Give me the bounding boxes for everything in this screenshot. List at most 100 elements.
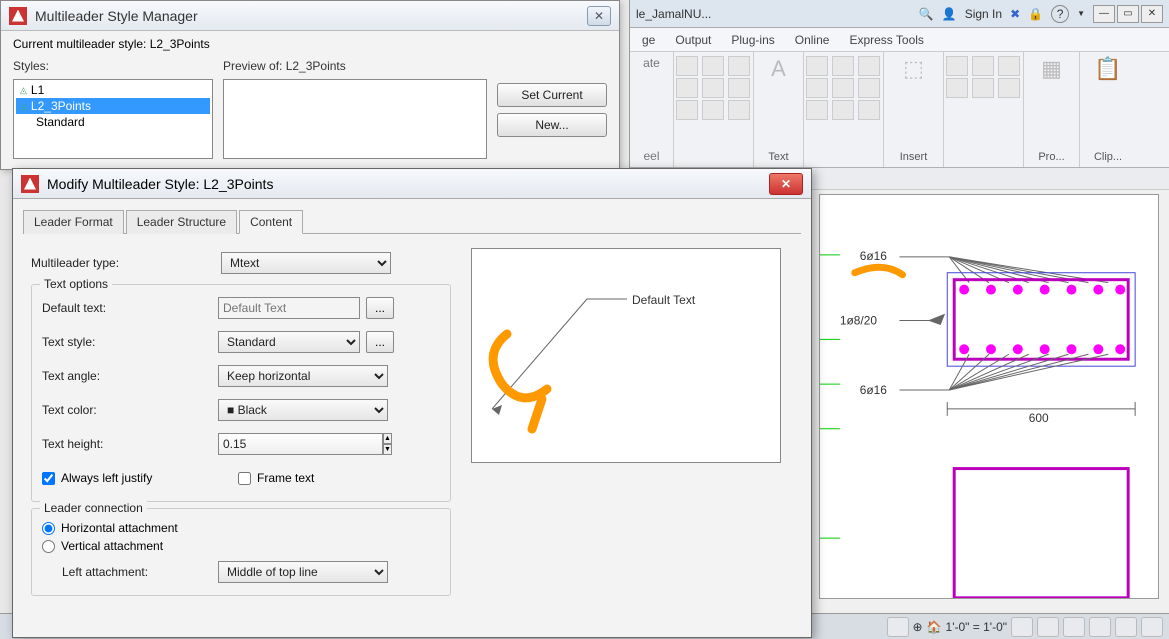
user-icon[interactable]: 👤 <box>942 7 957 21</box>
minimize-button[interactable]: — <box>1093 5 1115 23</box>
status-btn[interactable] <box>1141 617 1163 637</box>
drawing-canvas[interactable]: 6ø16 1ø8/20 <box>819 194 1159 599</box>
ribbon-tool-icon[interactable] <box>946 78 968 98</box>
spin-down-icon[interactable]: ▼ <box>383 444 392 455</box>
text-style-select[interactable]: Standard <box>218 331 360 353</box>
bg-menu-tabs: ge Output Plug-ins Online Express Tools <box>630 28 1169 52</box>
ribbon-tool-icon[interactable] <box>832 56 854 76</box>
ribbon-tool-icon[interactable] <box>946 56 968 76</box>
ribbon-panel-insert[interactable]: ⬚ Insert <box>884 52 944 167</box>
scale-icon[interactable]: 🏠 <box>927 620 942 634</box>
styles-listbox[interactable]: ◬L1 ◬L2_3Points Standard <box>13 79 213 159</box>
coord-icon[interactable]: ⊕ <box>913 620 923 634</box>
ribbon-tool-icon[interactable] <box>972 56 994 76</box>
lock-icon[interactable]: 🔒 <box>1028 7 1043 21</box>
leader-connection-legend: Leader connection <box>40 501 147 515</box>
style-manager-titlebar[interactable]: Multileader Style Manager ✕ <box>1 1 619 31</box>
menu-item[interactable]: ge <box>642 33 655 47</box>
ribbon-tool-icon[interactable] <box>676 56 698 76</box>
multileader-type-select[interactable]: Mtext <box>221 252 391 274</box>
ribbon-tool-icon[interactable] <box>858 78 880 98</box>
properties-icon: ▦ <box>1041 56 1062 82</box>
modify-title: Modify Multileader Style: L2_3Points <box>47 176 761 192</box>
menu-item[interactable]: Online <box>795 33 830 47</box>
status-btn[interactable] <box>1089 617 1111 637</box>
ribbon-tool-icon[interactable] <box>702 78 724 98</box>
ribbon-tool-icon[interactable] <box>972 78 994 98</box>
ribbon-tool-icon[interactable] <box>728 100 750 120</box>
ribbon-tool-icon[interactable] <box>702 100 724 120</box>
signin-link[interactable]: Sign In <box>965 7 1002 21</box>
status-btn[interactable] <box>1063 617 1085 637</box>
close-button[interactable]: ✕ <box>1141 5 1163 23</box>
ribbon-tool-icon[interactable] <box>806 56 828 76</box>
menu-item[interactable]: Plug-ins <box>731 33 774 47</box>
menu-item[interactable]: Express Tools <box>849 33 923 47</box>
list-item: Standard <box>16 114 210 130</box>
default-text-browse-button[interactable]: ... <box>366 297 394 319</box>
spin-up-icon[interactable]: ▲ <box>383 433 392 444</box>
left-attachment-select[interactable]: Middle of top line <box>218 561 388 583</box>
ribbon-tool-icon[interactable] <box>676 100 698 120</box>
set-current-button[interactable]: Set Current <box>497 83 607 107</box>
ribbon-tool-icon[interactable] <box>832 100 854 120</box>
exchange-icon[interactable]: ✖ <box>1010 7 1020 21</box>
frame-text-checkbox[interactable] <box>238 472 251 485</box>
status-btn[interactable] <box>1115 617 1137 637</box>
svg-text:Default Text: Default Text <box>632 293 696 307</box>
ribbon-tool-icon[interactable] <box>676 78 698 98</box>
list-item: ◬L1 <box>16 82 210 98</box>
ribbon-panel-clip[interactable]: 📋 Clip... <box>1080 52 1136 167</box>
ribbon-mini-grid <box>806 56 882 120</box>
help-dropdown-icon[interactable]: ▼ <box>1077 9 1085 18</box>
tab-leader-structure[interactable]: Leader Structure <box>126 210 237 234</box>
ribbon-tool-icon[interactable] <box>998 56 1020 76</box>
ribbon-tool-icon[interactable] <box>998 78 1020 98</box>
ribbon-tool-icon[interactable] <box>858 100 880 120</box>
ribbon-panel-icons <box>674 52 754 167</box>
text-angle-select[interactable]: Keep horizontal <box>218 365 388 387</box>
restore-button[interactable]: ▭ <box>1117 5 1139 23</box>
vertical-attachment-radio[interactable] <box>42 540 55 553</box>
horizontal-attachment-radio[interactable] <box>42 522 55 535</box>
styles-label: Styles: <box>13 59 213 73</box>
text-options-legend: Text options <box>40 277 112 291</box>
new-button[interactable]: New... <box>497 113 607 137</box>
ribbon-tool-icon[interactable] <box>806 78 828 98</box>
scale-readout[interactable]: 1'-0" = 1'-0" <box>946 620 1007 634</box>
ribbon-tool-icon[interactable] <box>728 78 750 98</box>
ribbon-panel-pro[interactable]: ▦ Pro... <box>1024 52 1080 167</box>
svg-text:1ø8/20: 1ø8/20 <box>840 313 877 327</box>
help-icon[interactable]: ? <box>1051 5 1069 23</box>
horizontal-attachment-label: Horizontal attachment <box>61 521 178 535</box>
ribbon-panel-partial: ate eel <box>630 52 674 167</box>
ribbon-tool-icon[interactable] <box>728 56 750 76</box>
close-button[interactable]: ✕ <box>769 173 803 195</box>
text-icon: A <box>771 56 786 82</box>
close-icon[interactable]: ✕ <box>587 6 611 26</box>
default-text-input[interactable] <box>218 297 360 319</box>
ribbon-tool-icon[interactable] <box>858 56 880 76</box>
ribbon-tool-icon[interactable] <box>702 56 724 76</box>
ribbon-tool-icon[interactable] <box>832 78 854 98</box>
modify-titlebar[interactable]: Modify Multileader Style: L2_3Points ✕ <box>13 169 811 199</box>
text-color-select[interactable]: ■ Black <box>218 399 388 421</box>
status-btn[interactable] <box>887 617 909 637</box>
ribbon-tool-icon[interactable] <box>806 100 828 120</box>
always-left-justify-checkbox[interactable] <box>42 472 55 485</box>
tab-leader-format[interactable]: Leader Format <box>23 210 124 234</box>
ribbon: ate eel A Text ⬚ Insert <box>630 52 1169 168</box>
tab-content[interactable]: Content <box>239 210 303 234</box>
binoculars-icon[interactable]: 🔍 <box>919 7 934 21</box>
text-height-input[interactable] <box>218 433 383 455</box>
ribbon-panel-text[interactable]: A Text <box>754 52 804 167</box>
text-style-browse-button[interactable]: ... <box>366 331 394 353</box>
always-left-justify-label: Always left justify <box>61 471 152 485</box>
status-btn[interactable] <box>1011 617 1033 637</box>
modify-style-dialog: Modify Multileader Style: L2_3Points ✕ L… <box>12 168 812 638</box>
status-btn[interactable] <box>1037 617 1059 637</box>
text-height-spinner[interactable]: ▲▼ <box>218 433 388 455</box>
svg-text:6ø16: 6ø16 <box>860 383 888 397</box>
clipboard-icon: 📋 <box>1094 56 1121 82</box>
menu-item[interactable]: Output <box>675 33 711 47</box>
